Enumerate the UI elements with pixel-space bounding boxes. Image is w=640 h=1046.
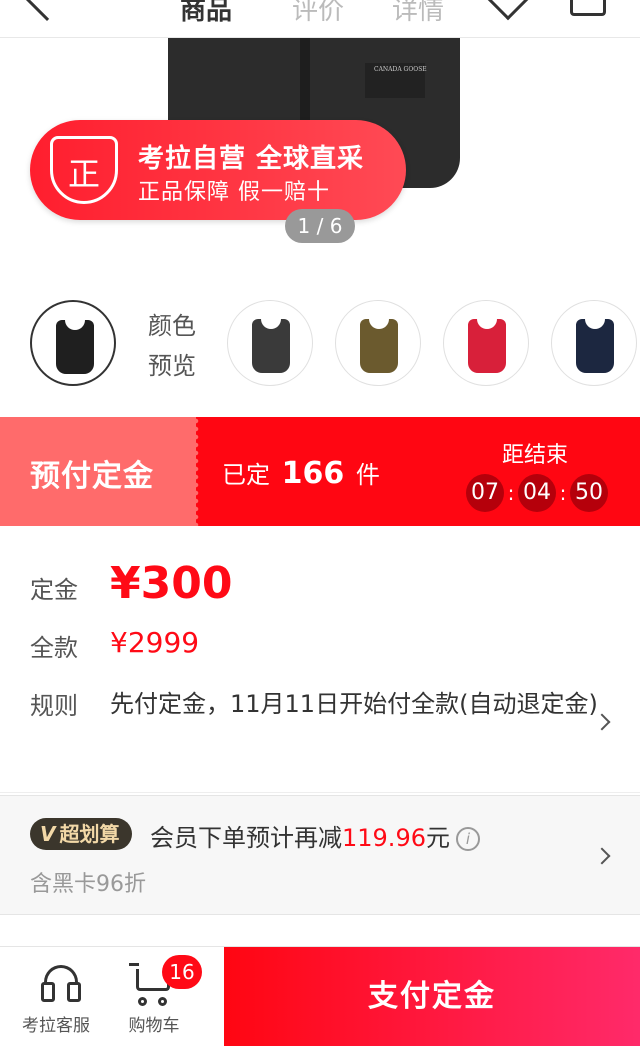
swatch-vest-icon [252, 319, 290, 373]
sold-count: 已定 166 件 [222, 455, 380, 491]
badge-subtitle: 正品保障 假一赔十 [138, 180, 330, 205]
shield-text: 正 [67, 155, 100, 193]
color-swatch-selected[interactable] [30, 300, 116, 386]
presale-label: 预付定金 [30, 459, 154, 494]
color-preview-row: 颜色预览 [0, 288, 640, 416]
deposit-label: 定金 [30, 576, 78, 604]
color-swatch[interactable] [227, 300, 313, 386]
self-operated-badge: 正 考拉自营 全球直采 正品保障 假一赔十 [30, 120, 406, 220]
customer-service-button[interactable]: 考拉客服 [6, 947, 106, 1046]
countdown-colon: : [559, 481, 567, 505]
member-text-prefix: 会员下单预计再减 [150, 824, 342, 852]
countdown-minutes: 04 [518, 474, 556, 512]
full-price: ¥2999 [110, 626, 200, 659]
countdown-label: 距结束 [502, 443, 569, 468]
sold-unit: 件 [355, 461, 380, 489]
product-brand-label: CANADA GOOSE [374, 66, 427, 73]
presale-banner: 预付定金 已定 166 件 距结束 07 : 04 : 50 [0, 417, 640, 526]
member-discount[interactable]: V 超划算 会员下单预计再减119.96元 i 含黑卡96折 [0, 795, 640, 915]
super-deal-label: 超划算 [59, 822, 120, 846]
cart-wheel-icon [158, 997, 167, 1006]
swatch-vest-icon [56, 320, 94, 374]
member-text-suffix: 元 [425, 824, 450, 852]
rule-label: 规则 [30, 692, 78, 720]
sold-prefix: 已定 [222, 461, 270, 489]
badge-title: 考拉自营 全球直采 [138, 144, 365, 174]
authentic-shield-icon: 正 [50, 136, 118, 204]
presale-tag: 预付定金 [0, 417, 196, 526]
swatch-vest-icon [360, 319, 398, 373]
share-icon[interactable] [570, 0, 606, 16]
deposit-price: ¥300 [110, 558, 233, 609]
swatch-vest-icon [468, 319, 506, 373]
color-preview-label: 颜色预览 [148, 312, 196, 380]
presale-info: 已定 166 件 距结束 07 : 04 : 50 [192, 417, 640, 526]
full-price-label: 全款 [30, 634, 78, 662]
ticket-perforation [192, 417, 200, 526]
product-image-carousel[interactable]: CANADA GOOSE 正 考拉自营 全球直采 正品保障 假一赔十 1 / 6 [0, 38, 640, 288]
cart-button[interactable]: 16 购物车 [104, 947, 204, 1046]
headset-icon [41, 965, 81, 1002]
countdown-seconds: 50 [570, 474, 608, 512]
swatch-vest-icon [576, 319, 614, 373]
color-swatch[interactable] [551, 300, 637, 386]
top-nav: 商品 评价 详情 [0, 0, 640, 38]
countdown-hours: 07 [466, 474, 504, 512]
black-card-note: 含黑卡96折 [30, 872, 146, 897]
super-deal-tag: V 超划算 [30, 818, 132, 850]
tab-goods[interactable]: 商品 [180, 0, 232, 27]
divider [0, 792, 640, 793]
member-discount-text: 会员下单预计再减119.96元 i [150, 818, 480, 853]
tab-reviews[interactable]: 评价 [292, 0, 344, 27]
favorite-icon[interactable] [486, 0, 530, 21]
tab-details[interactable]: 详情 [392, 0, 444, 27]
back-arrow-icon[interactable] [22, 0, 72, 22]
color-swatch[interactable] [443, 300, 529, 386]
bottom-action-bar: 考拉客服 16 购物车 支付定金 [0, 946, 640, 1046]
color-swatch[interactable] [335, 300, 421, 386]
price-info: 定金 ¥300 全款 ¥2999 规则 先付定金，11月11日开始付全款(自动退… [0, 526, 640, 792]
v-icon: V [40, 822, 56, 846]
countdown-colon: : [507, 481, 515, 505]
cart-count-badge: 16 [162, 955, 202, 989]
rule-text[interactable]: 先付定金，11月11日开始付全款(自动退定金) [110, 684, 600, 724]
cart-wheel-icon [138, 997, 147, 1006]
pay-deposit-button[interactable]: 支付定金 [224, 947, 640, 1046]
cart-label: 购物车 [128, 1016, 180, 1036]
chevron-right-icon[interactable] [593, 847, 611, 865]
image-pager: 1 / 6 [285, 209, 355, 243]
countdown-timer: 07 : 04 : 50 [466, 473, 608, 513]
info-icon[interactable]: i [455, 827, 480, 851]
sold-number: 166 [281, 456, 345, 491]
member-discount-amount: 119.96 [342, 824, 426, 852]
customer-service-label: 考拉客服 [22, 1016, 90, 1036]
